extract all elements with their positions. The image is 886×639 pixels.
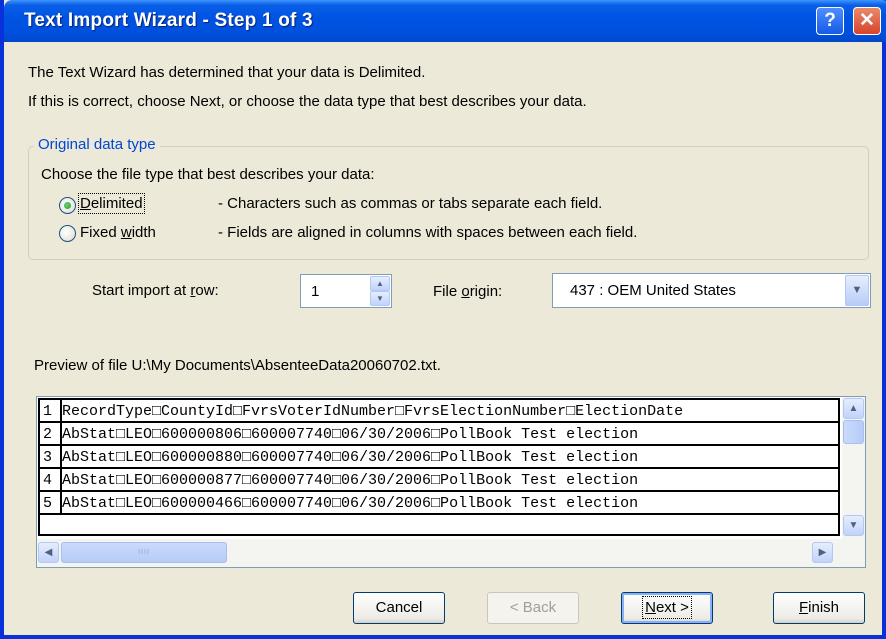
fixed-width-label[interactable]: Fixed width xyxy=(80,224,156,241)
preview-box: 1 RecordType□CountyId□FvrsVoterIdNumber□F… xyxy=(36,396,866,568)
preview-row: 4 AbStat□LEO□600000877□600007740□06/30/20… xyxy=(40,469,838,492)
file-origin-label: File origin: xyxy=(433,283,503,300)
help-button[interactable]: ? xyxy=(816,7,844,35)
close-button[interactable]: ✕ xyxy=(853,7,881,35)
horizontal-scroll-thumb[interactable]: IIII xyxy=(61,542,227,563)
scroll-right-icon[interactable]: ▶ xyxy=(812,542,833,563)
horizontal-scrollbar[interactable]: ◀ IIII ▶ xyxy=(37,539,865,567)
file-type-prompt: Choose the file type that best describes… xyxy=(41,166,375,183)
next-button[interactable]: Next > xyxy=(621,592,713,624)
scroll-down-icon[interactable]: ▼ xyxy=(843,515,864,536)
cancel-button[interactable]: Cancel xyxy=(353,592,445,624)
fixed-width-radio[interactable] xyxy=(59,225,76,242)
preview-label: Preview of file U:\My Documents\Absentee… xyxy=(34,357,441,374)
spin-buttons: ▲ ▼ xyxy=(370,276,390,306)
start-row-value[interactable]: 1 xyxy=(311,283,319,300)
text-import-wizard-dialog: Text Import Wizard - Step 1 of 3 ? ✕ The… xyxy=(0,0,886,639)
scroll-up-icon[interactable]: ▲ xyxy=(843,398,864,419)
finish-button[interactable]: Finish xyxy=(773,592,865,624)
window-title: Text Import Wizard - Step 1 of 3 xyxy=(24,10,313,31)
back-button[interactable]: < Back xyxy=(487,592,579,624)
vertical-scrollbar[interactable]: ▲ ▼ xyxy=(842,397,865,539)
preview-row: 1 RecordType□CountyId□FvrsVoterIdNumber□F… xyxy=(40,400,838,423)
radio-selected-dot xyxy=(64,202,71,209)
fixed-width-description: - Fields are aligned in columns with spa… xyxy=(218,224,638,241)
preview-content: 1 RecordType□CountyId□FvrsVoterIdNumber□F… xyxy=(38,398,840,536)
scroll-left-icon[interactable]: ◀ xyxy=(38,542,59,563)
file-origin-value: 437 : OEM United States xyxy=(570,282,736,299)
delimited-radio[interactable] xyxy=(59,197,76,214)
vertical-scroll-thumb[interactable] xyxy=(843,420,864,444)
file-origin-select[interactable]: 437 : OEM United States ▼ xyxy=(552,273,871,308)
delimited-label[interactable]: Delimited xyxy=(78,193,145,214)
preview-row: 2 AbStat□LEO□600000806□600007740□06/30/20… xyxy=(40,423,838,446)
preview-row: 3 AbStat□LEO□600000880□600007740□06/30/20… xyxy=(40,446,838,469)
spin-up-icon[interactable]: ▲ xyxy=(370,276,390,291)
spin-down-icon[interactable]: ▼ xyxy=(370,291,390,306)
intro-line-2: If this is correct, choose Next, or choo… xyxy=(28,93,587,110)
chevron-down-icon[interactable]: ▼ xyxy=(845,275,869,306)
title-bar[interactable]: Text Import Wizard - Step 1 of 3 ? ✕ xyxy=(4,0,886,42)
intro-line-1: The Text Wizard has determined that your… xyxy=(28,64,426,81)
preview-row: 5 AbStat□LEO□600000466□600007740□06/30/20… xyxy=(40,492,838,515)
start-row-stepper[interactable]: 1 ▲ ▼ xyxy=(300,274,392,308)
delimited-description: - Characters such as commas or tabs sepa… xyxy=(218,195,603,212)
group-label: Original data type xyxy=(34,136,160,153)
start-row-label: Start import at row: xyxy=(92,282,219,299)
